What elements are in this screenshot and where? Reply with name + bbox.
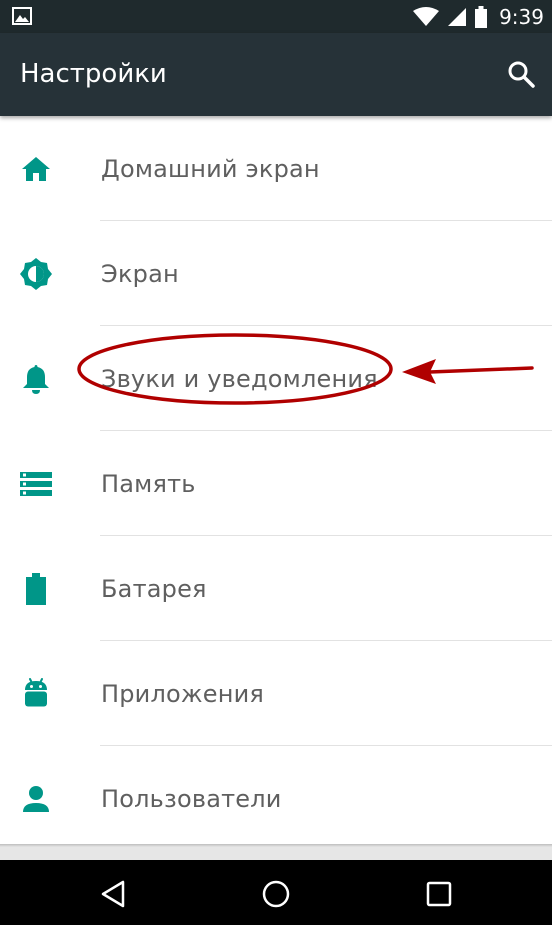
settings-item-storage[interactable]: Память: [0, 431, 552, 536]
settings-item-label: Память: [101, 469, 196, 498]
settings-item-label: Приложения: [101, 679, 265, 708]
settings-item-apps[interactable]: Приложения: [0, 641, 552, 746]
android-icon: [18, 676, 54, 712]
settings-item-sounds[interactable]: Звуки и уведомления: [0, 326, 552, 431]
image-notification-icon: [12, 7, 32, 25]
settings-item-battery[interactable]: Батарея: [0, 536, 552, 641]
settings-item-label: Пользователи: [101, 784, 282, 813]
list-bottom-edge: [0, 844, 552, 860]
app-toolbar: Настройки: [0, 33, 552, 116]
wifi-icon: [413, 6, 440, 26]
cell-signal-icon: [448, 7, 467, 26]
recents-button[interactable]: [419, 874, 459, 914]
page-title: Настройки: [20, 59, 167, 89]
settings-list: Домашний экран Экран Звуки и уведомления: [0, 116, 552, 844]
status-bar: 9:39: [0, 0, 552, 33]
brightness-icon: [18, 256, 54, 292]
person-icon: [18, 781, 54, 817]
settings-item-users[interactable]: Пользователи: [0, 746, 552, 851]
search-icon: [508, 61, 535, 88]
recents-icon: [426, 881, 452, 907]
settings-item-display[interactable]: Экран: [0, 221, 552, 326]
settings-item-home-screen[interactable]: Домашний экран: [0, 116, 552, 221]
settings-item-label: Звуки и уведомления: [101, 364, 378, 393]
battery-icon: [18, 571, 54, 607]
settings-item-label: Батарея: [101, 574, 207, 603]
bell-icon: [18, 361, 54, 397]
storage-icon: [18, 466, 54, 502]
home-circle-icon: [262, 880, 290, 908]
status-time: 9:39: [499, 4, 544, 29]
back-icon: [101, 880, 125, 908]
back-button[interactable]: [93, 874, 133, 914]
status-icons: 9:39: [413, 0, 544, 33]
home-icon: [18, 151, 54, 187]
battery-icon: [475, 5, 488, 28]
search-button[interactable]: [504, 57, 538, 91]
navigation-bar: [0, 860, 552, 925]
home-button[interactable]: [256, 874, 296, 914]
settings-item-label: Экран: [101, 259, 179, 288]
settings-item-label: Домашний экран: [101, 154, 320, 183]
